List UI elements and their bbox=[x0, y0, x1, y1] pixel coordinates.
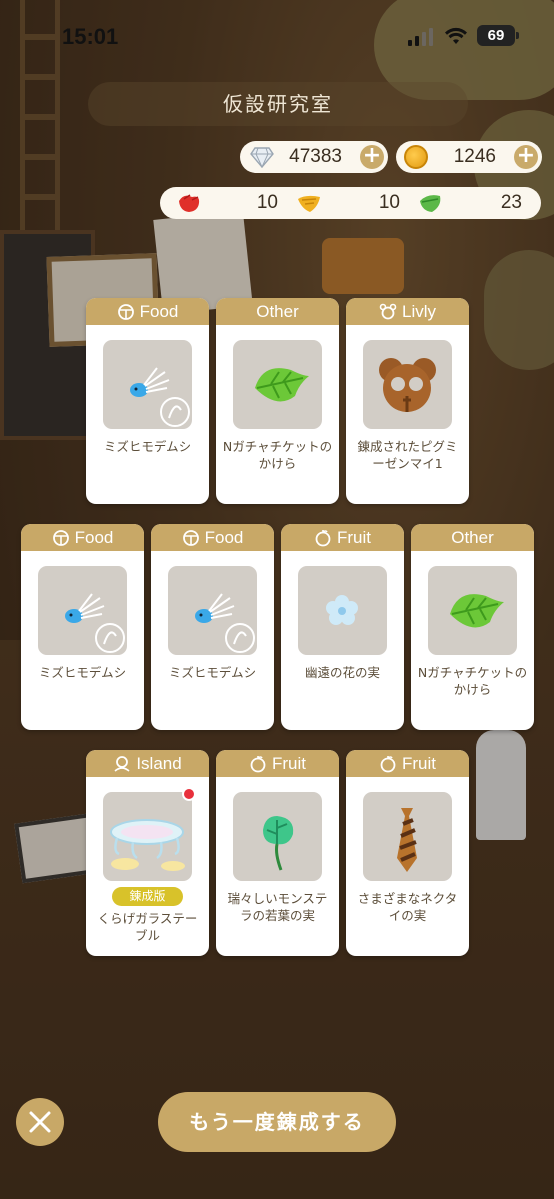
item-name: Nガチャチケットのかけら bbox=[417, 665, 528, 697]
card-category-label: Livly bbox=[401, 301, 436, 321]
pygmy-zenmai-icon bbox=[379, 358, 436, 412]
yellow-material-value: 10 bbox=[378, 192, 400, 213]
close-button[interactable] bbox=[16, 1098, 64, 1146]
wifi-icon bbox=[445, 27, 467, 44]
card-category-header: Other bbox=[411, 524, 534, 551]
item-thumbnail bbox=[233, 792, 322, 881]
card-category-header: Fruit bbox=[216, 750, 339, 777]
result-item-card[interactable]: Other Nガチャチケットのかけら bbox=[216, 298, 339, 504]
green-material-counter: 23 bbox=[418, 187, 530, 219]
new-item-badge bbox=[182, 787, 196, 801]
result-item-card[interactable]: Food ミズヒモデムシ bbox=[86, 298, 209, 504]
card-category-label: Fruit bbox=[402, 753, 436, 773]
result-item-card[interactable]: Fruit 瑞々しいモンステラの若葉の実 bbox=[216, 750, 339, 956]
result-item-card[interactable]: Other Nガチャチケットのかけら bbox=[411, 524, 534, 730]
card-category-header: Livly bbox=[346, 298, 469, 325]
refine-again-button[interactable]: もう一度錬成する bbox=[158, 1092, 396, 1152]
close-icon bbox=[29, 1111, 51, 1133]
card-category-label: Food bbox=[139, 301, 179, 321]
item-thumbnail bbox=[363, 340, 452, 429]
card-category-label: Fruit bbox=[272, 753, 306, 773]
card-category-header: Other bbox=[216, 298, 339, 325]
item-thumbnail bbox=[233, 340, 322, 429]
card-category-header: Food bbox=[86, 298, 209, 325]
item-name: ミズヒモデムシ bbox=[168, 665, 257, 680]
item-name: ミズヒモデムシ bbox=[38, 665, 127, 680]
card-category-header: Island bbox=[86, 750, 209, 777]
battery-indicator: 69 bbox=[477, 25, 519, 46]
result-item-card[interactable]: Fruit 幽遠の花の実 bbox=[281, 524, 404, 730]
page-title: 仮設研究室 bbox=[88, 82, 468, 126]
card-category-label: Other bbox=[451, 527, 494, 547]
green-material-value: 23 bbox=[500, 192, 522, 213]
water-worm-icon bbox=[130, 367, 190, 427]
card-category-header: Fruit bbox=[281, 524, 404, 551]
coin-value: 1246 bbox=[453, 146, 496, 167]
card-category-label: Island bbox=[136, 753, 182, 773]
result-item-card[interactable]: Food ミズヒモデムシ bbox=[151, 524, 274, 730]
card-category-header: Fruit bbox=[346, 750, 469, 777]
livly-icon bbox=[379, 303, 397, 319]
result-item-card[interactable]: Food ミズヒモデムシ bbox=[21, 524, 144, 730]
item-name: 瑞々しいモンステラの若葉の実 bbox=[227, 891, 328, 923]
item-thumbnail bbox=[428, 566, 517, 655]
green-leaf-icon bbox=[255, 368, 309, 402]
item-thumbnail bbox=[103, 340, 192, 429]
refined-version-tag: 錬成版 bbox=[112, 887, 183, 906]
item-name: Nガチャチケットのかけら bbox=[222, 439, 333, 471]
material-counters: 10 10 23 bbox=[160, 187, 541, 219]
item-thumbnail bbox=[363, 792, 452, 881]
food-icon bbox=[182, 529, 199, 546]
island-icon bbox=[114, 755, 130, 772]
yellow-material-counter: 10 bbox=[296, 187, 406, 219]
jellyfish-table-icon bbox=[110, 819, 185, 871]
gem-counter: 47383 + bbox=[240, 141, 388, 173]
red-material-counter: 10 bbox=[174, 187, 284, 219]
yellow-material-icon bbox=[298, 195, 320, 212]
cellular-signal-icon bbox=[408, 28, 433, 46]
card-category-label: Food bbox=[204, 527, 244, 547]
item-thumbnail bbox=[298, 566, 387, 655]
item-name: 幽遠の花の実 bbox=[304, 665, 380, 680]
blue-flower-icon bbox=[326, 595, 358, 625]
card-category-label: Other bbox=[256, 301, 299, 321]
status-bar: 15:01 69 bbox=[0, 0, 554, 74]
card-category-label: Fruit bbox=[337, 527, 371, 547]
diamond-icon bbox=[250, 147, 274, 168]
status-time: 15:01 bbox=[62, 24, 119, 49]
item-thumbnail bbox=[38, 566, 127, 655]
item-name: くらげガラステーブル bbox=[97, 911, 198, 943]
green-material-icon bbox=[420, 195, 441, 212]
red-material-value: 10 bbox=[256, 192, 278, 213]
water-worm-icon bbox=[65, 593, 125, 653]
fruit-icon bbox=[380, 755, 396, 772]
item-name: さまざまなネクタイの実 bbox=[357, 891, 458, 923]
item-thumbnail bbox=[103, 792, 192, 881]
item-name: ミズヒモデムシ bbox=[103, 439, 192, 454]
result-item-card[interactable]: Island 錬成版 くらげガラステーブル bbox=[86, 750, 209, 956]
food-icon bbox=[117, 303, 134, 320]
add-coins-button[interactable]: + bbox=[514, 145, 538, 169]
green-leaf-icon bbox=[450, 594, 504, 628]
red-material-icon bbox=[179, 194, 200, 212]
coin-counter: 1246 + bbox=[396, 141, 542, 173]
fruit-icon bbox=[315, 529, 331, 546]
necktie-icon bbox=[397, 808, 417, 872]
coin-icon bbox=[404, 145, 428, 169]
result-item-card[interactable]: Fruit さまざまなネクタイの実 bbox=[346, 750, 469, 956]
water-worm-icon bbox=[195, 593, 255, 653]
monstera-leaf-icon bbox=[263, 816, 294, 871]
card-category-label: Food bbox=[74, 527, 114, 547]
item-thumbnail bbox=[168, 566, 257, 655]
card-category-header: Food bbox=[151, 524, 274, 551]
add-gems-button[interactable]: + bbox=[360, 145, 384, 169]
gem-value: 47383 bbox=[289, 146, 342, 167]
card-category-header: Food bbox=[21, 524, 144, 551]
item-name: 錬成されたピグミーゼンマイ1 bbox=[357, 439, 458, 471]
result-item-card[interactable]: Livly 錬成されたピグミーゼンマイ1 bbox=[346, 298, 469, 504]
food-icon bbox=[52, 529, 69, 546]
fruit-icon bbox=[250, 755, 266, 772]
